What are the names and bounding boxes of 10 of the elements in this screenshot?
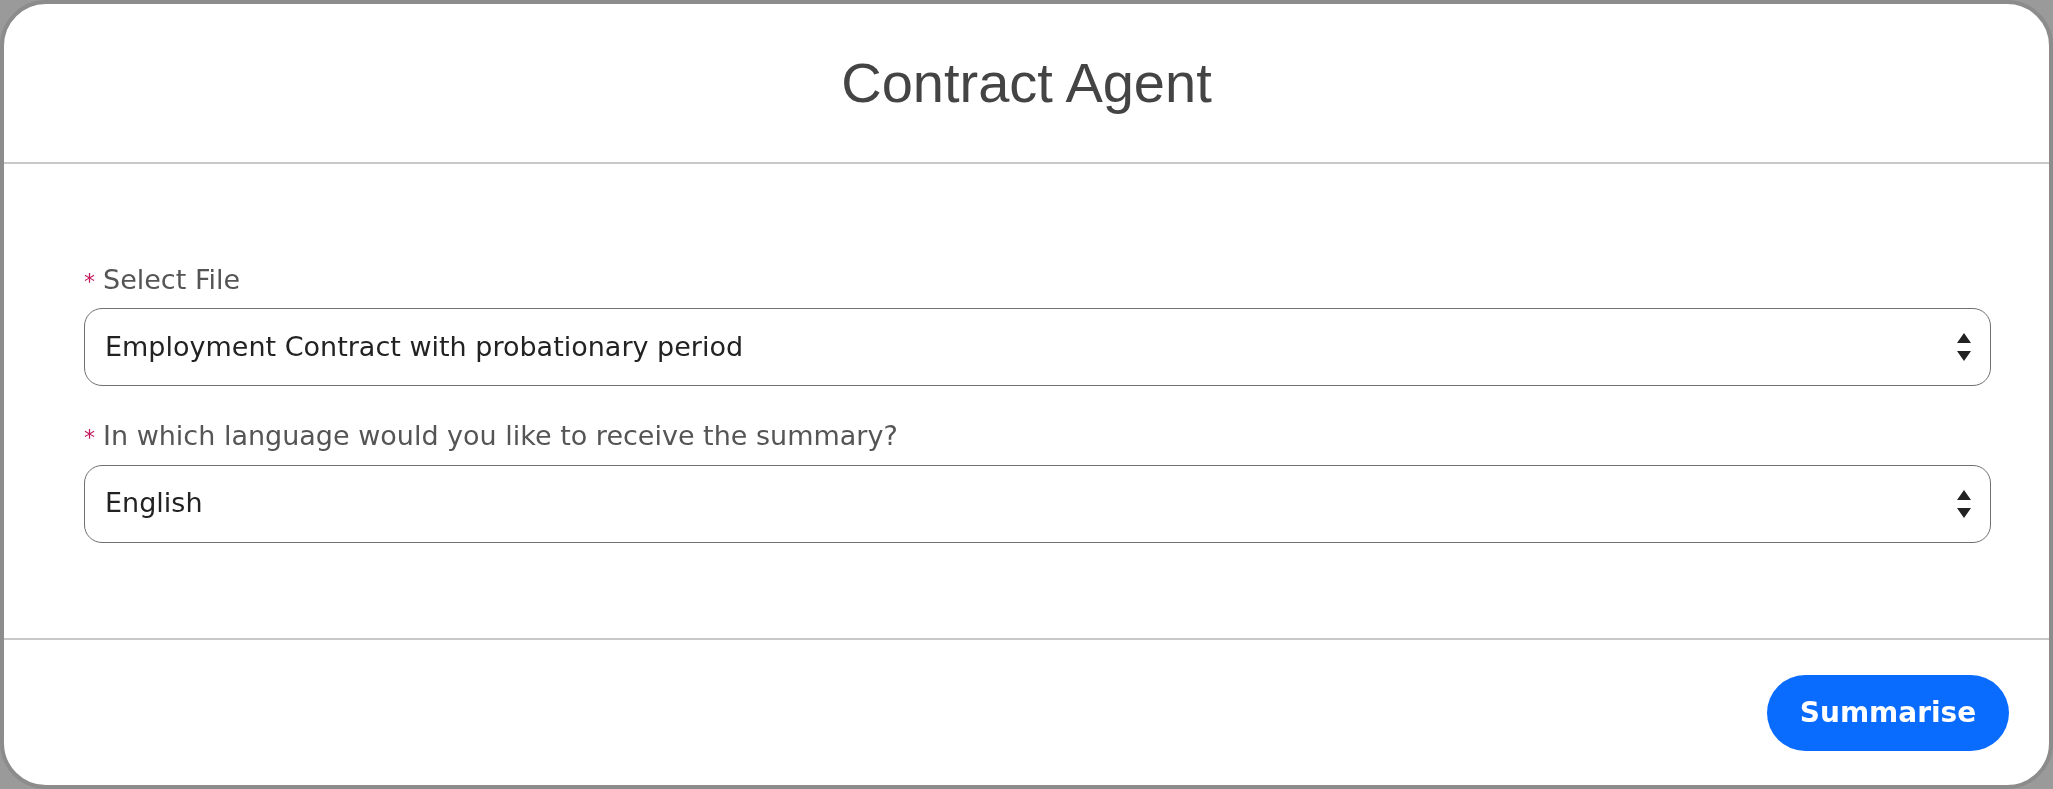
field-label: In which language would you like to receive the summary?	[103, 419, 898, 453]
summarise-button[interactable]: Summarise	[1767, 674, 2009, 751]
select-field[interactable]: Employment Contract with probationary period	[84, 308, 1991, 386]
select-field[interactable]: English	[84, 464, 1991, 543]
dialog-title: Contract Agent	[841, 50, 1212, 117]
up-down-arrows-icon	[1957, 489, 1971, 518]
required-mark: *	[84, 267, 95, 296]
up-down-arrows-icon	[1957, 333, 1971, 361]
field-label: Select File	[103, 262, 241, 297]
required-mark: *	[84, 424, 95, 452]
